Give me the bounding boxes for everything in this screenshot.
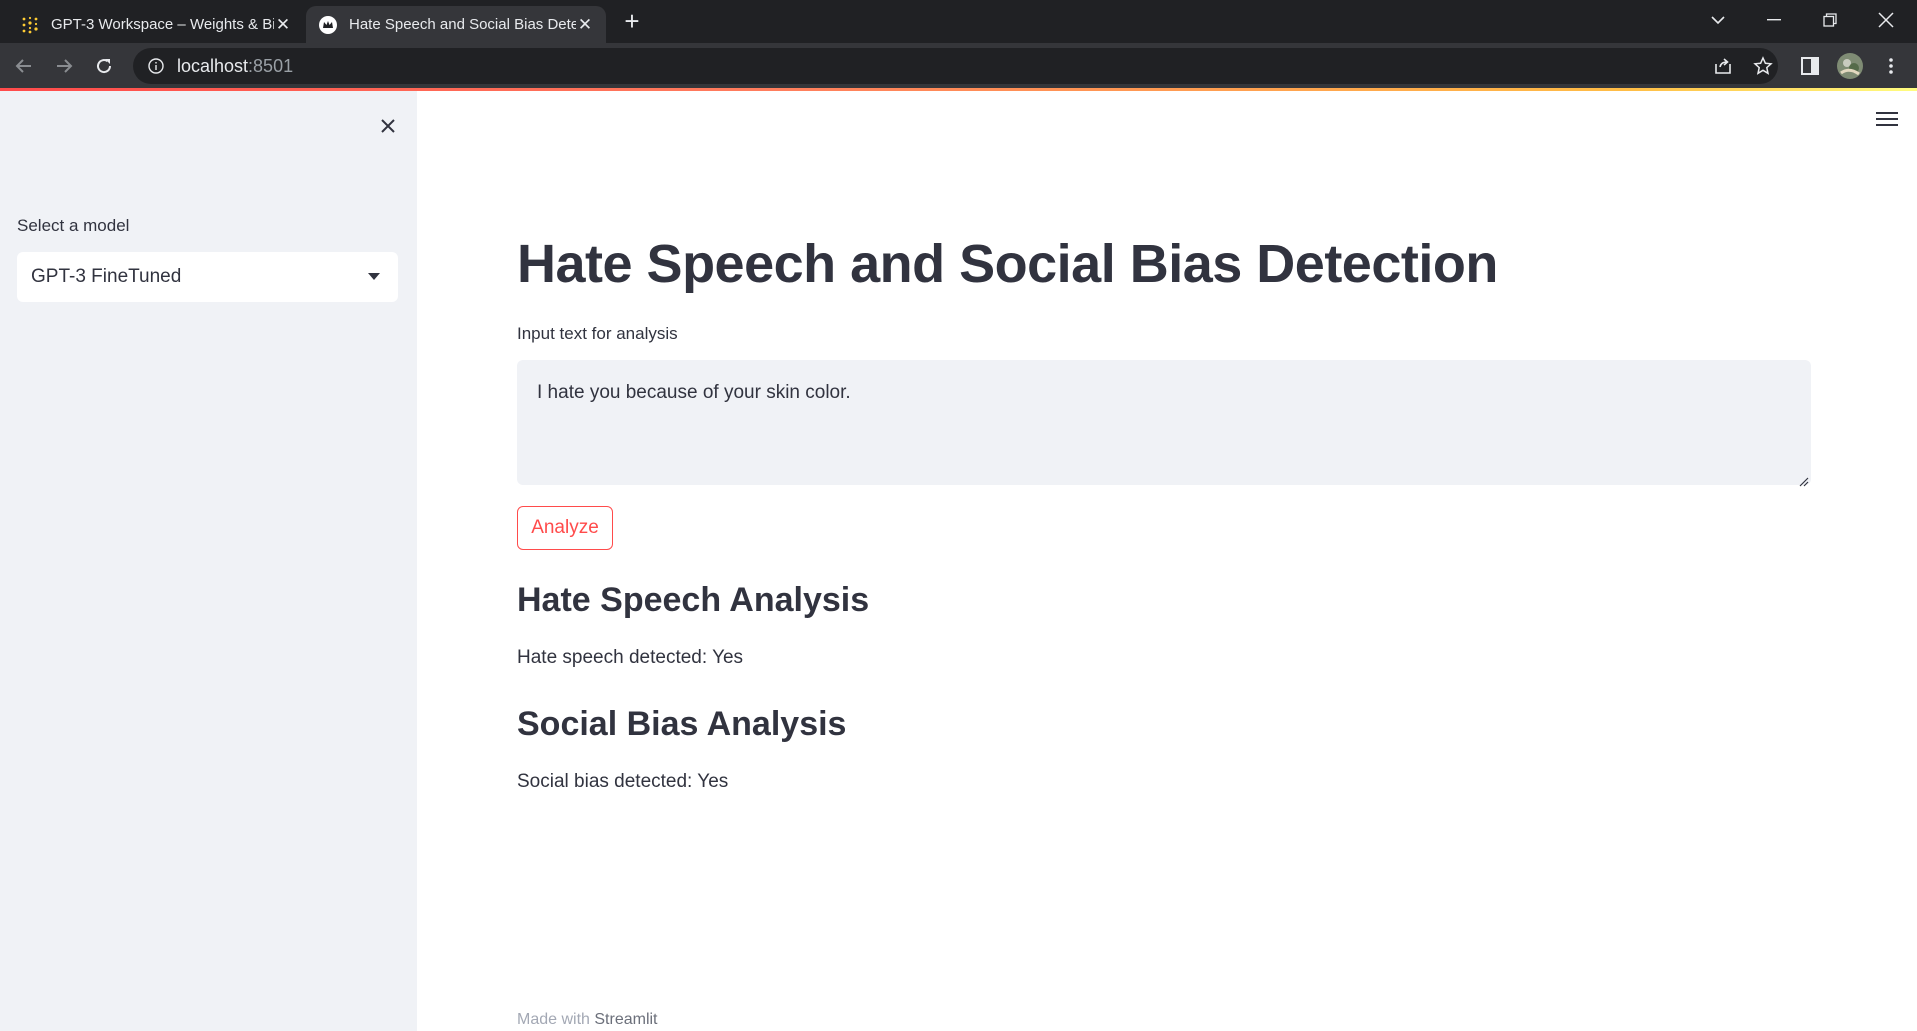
share-icon[interactable] <box>1708 51 1738 81</box>
model-select[interactable]: GPT-3 FineTuned <box>17 252 398 302</box>
browser-tab-strip: GPT-3 Workspace – Weights & Bi ✕ Hate Sp… <box>0 0 1917 43</box>
close-window-icon[interactable] <box>1858 0 1914 40</box>
restore-icon[interactable] <box>1802 0 1858 40</box>
model-select-label: Select a model <box>17 216 130 235</box>
profile-avatar[interactable] <box>1835 51 1865 81</box>
analyze-button[interactable]: Analyze <box>517 506 613 550</box>
url-text: localhost:8501 <box>177 56 293 77</box>
hate-speech-heading: Hate Speech Analysis <box>517 581 870 619</box>
browser-toolbar: localhost:8501 <box>0 43 1917 88</box>
wandb-dots-icon <box>20 15 40 35</box>
social-bias-result: Social bias detected: Yes <box>517 771 729 792</box>
bookmark-star-icon[interactable] <box>1748 51 1778 81</box>
social-bias-heading: Social Bias Analysis <box>517 705 847 743</box>
back-arrow-icon[interactable] <box>9 51 39 81</box>
footer-prefix: Made with <box>517 1011 590 1028</box>
browser-tab-app[interactable]: Hate Speech and Social Bias Dete ✕ <box>306 6 606 43</box>
minimize-icon[interactable] <box>1746 0 1802 40</box>
new-tab-icon[interactable]: + <box>617 6 647 36</box>
chevron-down-icon[interactable] <box>368 273 380 280</box>
hate-speech-result: Hate speech detected: Yes <box>517 647 744 668</box>
page-title: Hate Speech and Social Bias Detection <box>517 234 1498 294</box>
tab-close-icon[interactable]: ✕ <box>576 15 594 34</box>
analysis-text-input[interactable]: I hate you because of your skin color. <box>517 360 1811 487</box>
url-host: localhost <box>177 55 249 76</box>
streamlit-crown-icon <box>318 15 338 35</box>
model-select-value: GPT-3 FineTuned <box>31 266 182 287</box>
tab-title: Hate Speech and Social Bias Dete <box>349 16 576 33</box>
tab-title: GPT-3 Workspace – Weights & Bi <box>51 16 274 33</box>
hamburger-menu-icon[interactable] <box>1876 111 1904 135</box>
side-panel-icon[interactable] <box>1795 51 1825 81</box>
reload-icon[interactable] <box>89 51 119 81</box>
footer-streamlit-link[interactable]: Streamlit <box>594 1011 657 1028</box>
input-label: Input text for analysis <box>517 324 678 343</box>
close-sidebar-icon[interactable] <box>373 111 403 141</box>
sidebar: Select a model GPT-3 FineTuned <box>0 91 417 1031</box>
address-bar[interactable]: localhost:8501 <box>133 48 1778 84</box>
main-content: Hate Speech and Social Bias Detection In… <box>417 91 1917 1031</box>
resize-grip-icon[interactable] <box>1797 471 1809 487</box>
tab-close-icon[interactable]: ✕ <box>274 15 292 34</box>
browser-menu-icon[interactable] <box>1876 51 1906 81</box>
browser-tab-wandb[interactable]: GPT-3 Workspace – Weights & Bi ✕ <box>8 6 304 43</box>
site-info-icon[interactable] <box>147 57 165 75</box>
url-port: :8501 <box>248 55 294 76</box>
analysis-text-value: I hate you because of your skin color. <box>537 382 851 403</box>
tab-search-chevron-icon[interactable] <box>1690 0 1746 40</box>
forward-arrow-icon[interactable] <box>49 51 79 81</box>
footer: Made with Streamlit <box>517 1011 658 1029</box>
